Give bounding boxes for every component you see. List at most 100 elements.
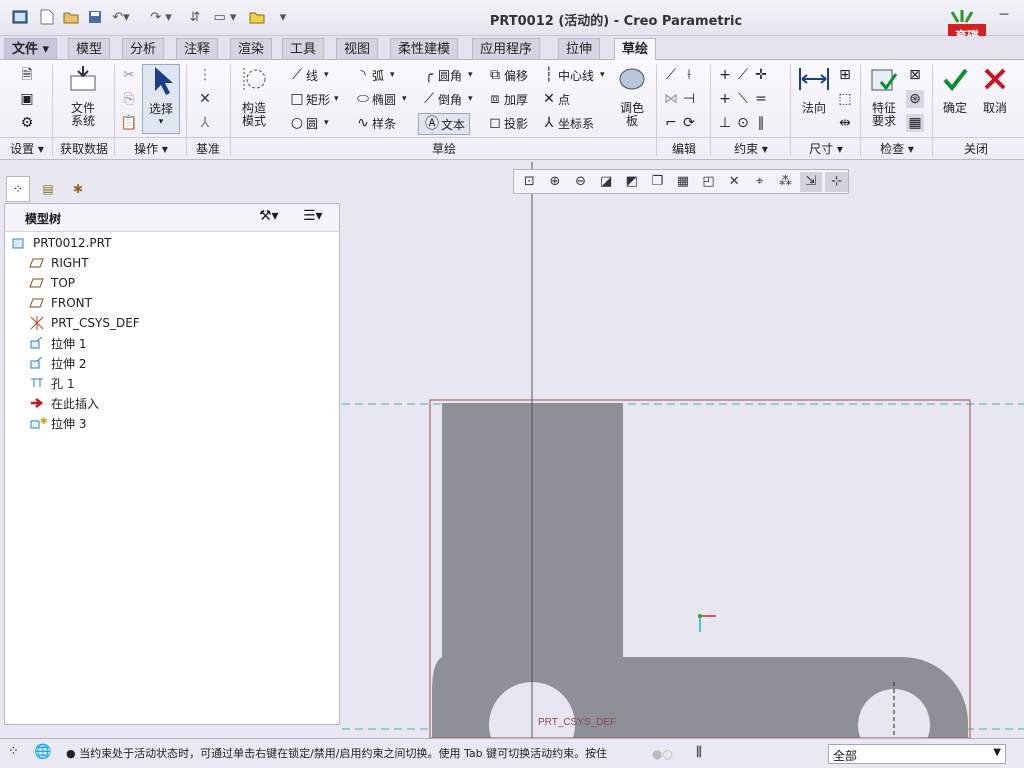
tab-file[interactable]: 文件 ▾ [4, 38, 58, 59]
undo-icon[interactable]: ↶▾ [110, 8, 132, 26]
favorites-tab-icon[interactable]: ✱ [66, 176, 90, 202]
tab-sketch[interactable]: 草绘 [614, 38, 657, 61]
point-tool[interactable]: ✕ 点 [540, 90, 570, 108]
feature-requirements-button[interactable]: 特征 要求 [864, 64, 904, 128]
tab-flexible-modeling[interactable]: 柔性建模 [390, 38, 459, 59]
datum-csys-icon[interactable]: ⅄ [196, 114, 214, 132]
csys-tool[interactable]: ⅄ 坐标系 [540, 114, 594, 132]
perimeter-icon[interactable]: ⊞ [836, 66, 854, 84]
regenerate-icon[interactable]: ⇵ [186, 8, 204, 26]
tab-annotate[interactable]: 注释 [176, 38, 219, 59]
chamfer-tool[interactable]: ⟋ 倒角 ▾ [420, 90, 472, 108]
display-style-icon[interactable]: ◩ [620, 172, 643, 192]
fillet-tool[interactable]: ╭ 圆角 ▾ [420, 66, 473, 84]
constraint-row2[interactable]: + ⟍ = [716, 90, 770, 108]
model-tree-tab-icon[interactable]: ⁘ [6, 176, 30, 202]
corner-icon[interactable]: ⌐ ⟳ [662, 114, 698, 132]
paste-icon[interactable]: 📋 [120, 114, 138, 132]
tree-item[interactable]: PRT_CSYS_DEF [29, 313, 140, 333]
overlap-icon[interactable]: ⊠ [906, 66, 924, 84]
tree-item[interactable]: 拉伸 2 [29, 353, 86, 373]
tree-item[interactable]: FRONT [29, 293, 92, 313]
annotation-display-icon[interactable]: ⁂ [774, 172, 797, 192]
datum-centerline-icon[interactable]: ⋮ [196, 66, 214, 84]
constraint-display-icon[interactable]: ⊹ [825, 171, 848, 192]
smart-selection-icon[interactable]: ⫼ [696, 745, 718, 763]
group-datum[interactable]: 基准 [188, 138, 228, 158]
file-system-button[interactable]: 文件 系统 [62, 64, 104, 128]
perspective-icon[interactable]: ◰ [697, 172, 720, 192]
construction-mode-button[interactable]: 构造 模式 [236, 64, 272, 128]
tab-extrude[interactable]: 拉伸 [558, 38, 601, 59]
saved-orientations-icon[interactable]: ❐ [646, 172, 669, 192]
browser-toggle-icon[interactable]: 🌐 [34, 744, 56, 764]
baseline-icon[interactable]: ⇹ [836, 114, 854, 132]
group-inspect[interactable]: 检查 ▾ [862, 138, 932, 158]
mirror-icon[interactable]: ⋈ ⊣ [662, 90, 698, 108]
datum-display-icon[interactable]: ✕ [723, 172, 746, 192]
folder-browser-tab-icon[interactable]: ▤ [36, 176, 60, 202]
zoom-out-icon[interactable]: ⊖ [569, 172, 592, 192]
group-constrain[interactable]: 约束 ▾ [712, 138, 790, 158]
group-close[interactable]: 关闭 [934, 138, 1018, 158]
sketch-canvas[interactable]: PRT_CSYS_DEF [342, 162, 1024, 738]
tab-model[interactable]: 模型 [68, 38, 111, 59]
dimension-display-icon[interactable]: ⇲ [799, 171, 823, 192]
line-tool[interactable]: ⟋ 线 ▾ [288, 66, 328, 84]
rectangle-tool[interactable]: □ 矩形 ▾ [288, 90, 338, 108]
ellipse-tool[interactable]: ⬭ 椭圆 ▾ [354, 90, 407, 108]
save-icon[interactable] [86, 8, 104, 26]
palette-button[interactable]: 调色 板 [612, 64, 652, 128]
copy-icon[interactable]: ⎘ [120, 90, 138, 108]
windows-icon[interactable]: ▭ ▾ [208, 8, 242, 26]
constraint-row1[interactable]: + ⟋ ✛ [716, 66, 770, 84]
thicken-tool[interactable]: ⧈ 加厚 [486, 90, 528, 108]
sketch-view-icon[interactable]: ▣ [18, 90, 36, 108]
shade-closed-loops-icon[interactable]: ▦ [906, 114, 924, 132]
group-operations[interactable]: 操作 ▾ [116, 138, 186, 158]
minimize-button[interactable]: ─ [994, 6, 1014, 24]
tree-item[interactable]: ✱ 拉伸 3 [29, 413, 86, 433]
text-tool[interactable]: Ⓐ 文本 [418, 113, 471, 135]
tab-analysis[interactable]: 分析 [122, 38, 165, 59]
circle-tool[interactable]: ○ 圆 ▾ [288, 114, 329, 132]
spline-tool[interactable]: ∿ 样条 [354, 114, 396, 132]
group-edit[interactable]: 编辑 [658, 138, 710, 158]
constraint-row3[interactable]: ⊥ ⊙ ∥ [716, 114, 770, 132]
modify-icon[interactable]: ⟋ ⟊ [662, 66, 698, 84]
sketch-reference-icon[interactable]: ⚙ [18, 114, 36, 132]
reference-dim-icon[interactable]: ⬚ [836, 90, 854, 108]
tree-item[interactable]: TOP [29, 273, 75, 293]
view-manager-icon[interactable]: ▦ [672, 172, 695, 192]
customize-icon[interactable]: ▾ [276, 8, 290, 26]
tree-item[interactable]: 拉伸 1 [29, 333, 86, 353]
group-dimension[interactable]: 尺寸 ▾ [792, 138, 860, 158]
redo-icon[interactable]: ↷ ▾ [146, 8, 176, 26]
zoom-in-icon[interactable]: ⊕ [544, 172, 567, 192]
tree-item[interactable]: PRT0012.PRT [11, 233, 111, 253]
tree-item[interactable]: 孔 1 [29, 373, 74, 393]
tree-item[interactable]: 在此插入 [29, 393, 99, 413]
centerline-tool[interactable]: ┆ 中心线 ▾ [540, 66, 605, 84]
selection-filter[interactable]: 全部 ▼ [828, 744, 1006, 764]
tab-applications[interactable]: 应用程序 [472, 38, 541, 59]
tab-render[interactable]: 渲染 [230, 38, 273, 59]
tree-filter-icon[interactable]: ☰▾ [303, 208, 323, 224]
new-icon[interactable] [38, 8, 56, 26]
tree-item[interactable]: RIGHT [29, 253, 89, 273]
highlight-open-ends-icon[interactable]: ⊛ [906, 90, 924, 108]
navigator-toggle-icon[interactable]: ⁘ [8, 744, 30, 764]
sketch-view-orient-icon[interactable]: ⌖ [748, 172, 771, 192]
close-window-icon[interactable] [248, 8, 266, 26]
offset-tool[interactable]: ⧉ 偏移 [486, 66, 528, 84]
refit-icon[interactable]: ⊡ [518, 172, 541, 192]
cut-icon[interactable]: ✂ [120, 66, 138, 84]
group-get-data[interactable]: 获取数据 [54, 138, 114, 158]
tab-tools[interactable]: 工具 [282, 38, 325, 59]
sketch-setup-icon[interactable]: 🗎 [18, 66, 36, 84]
ok-button[interactable]: 确定 [938, 64, 972, 115]
tree-settings-icon[interactable]: ⚒▾ [259, 208, 279, 224]
graphics-window[interactable]: PRT_CSYS_DEF [342, 162, 1024, 738]
datum-point-icon[interactable]: ✕ [196, 90, 214, 108]
cancel-button[interactable]: 取消 [978, 64, 1012, 115]
